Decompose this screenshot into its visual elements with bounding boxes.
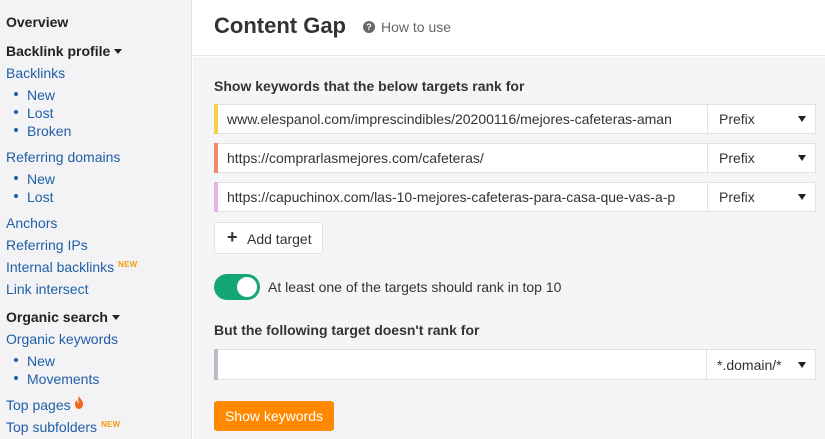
target-color-stripe <box>214 349 218 380</box>
sidebar-item-organic-keywords-movements[interactable]: Movements <box>14 371 99 387</box>
sidebar-overview[interactable]: Overview <box>6 14 68 30</box>
caret-down-icon <box>798 194 806 200</box>
sidebar-sub-label: New <box>27 171 56 187</box>
target-url-input-3[interactable] <box>227 183 705 211</box>
bullet-icon <box>14 358 18 363</box>
add-target-button[interactable]: + Add target <box>214 222 323 254</box>
sidebar-backlink-profile-label: Backlink profile <box>6 43 111 59</box>
bullet-icon <box>14 194 18 199</box>
sidebar-item-referring-domains-new[interactable]: New <box>14 171 55 187</box>
sidebar-item-organic-keywords[interactable]: Organic keywords <box>6 331 118 347</box>
sidebar-item-anchors[interactable]: Anchors <box>6 215 57 231</box>
sidebar-sub-label: New <box>27 87 56 103</box>
question-icon: ? <box>363 21 375 34</box>
sidebar-item-referring-domains[interactable]: Referring domains <box>6 149 120 165</box>
content-gap-form: Show keywords that the below targets ran… <box>193 57 825 439</box>
sidebar-sub-label: New <box>27 353 56 369</box>
sidebar-item-label: Top subfolders <box>6 419 98 435</box>
sidebar-item-organic-keywords-new[interactable]: New <box>14 353 55 369</box>
new-badge: NEW <box>118 260 138 269</box>
target-url-input-1[interactable] <box>227 105 705 133</box>
mode-select-value: Prefix <box>719 111 755 127</box>
caret-down-icon <box>111 314 120 320</box>
bullet-icon <box>14 128 18 133</box>
page-title: Content Gap <box>214 13 346 38</box>
target-row-2: Prefix <box>214 143 816 173</box>
sidebar-sub-label: Broken <box>27 123 72 139</box>
exclude-label: But the following target doesn't rank fo… <box>214 322 480 338</box>
how-to-use-label: How to use <box>381 19 452 35</box>
mode-select-value: Prefix <box>719 150 755 166</box>
fire-icon <box>74 396 84 412</box>
toggle-knob <box>237 277 257 297</box>
top10-toggle[interactable] <box>214 274 260 300</box>
sidebar-item-backlinks[interactable]: Backlinks <box>6 65 65 81</box>
target-mode-select-2[interactable]: Prefix <box>707 144 816 172</box>
sidebar-sub-label: Movements <box>27 371 100 387</box>
add-target-label: Add target <box>247 231 312 247</box>
sidebar-item-backlinks-lost[interactable]: Lost <box>14 105 53 121</box>
sidebar-organic-search-label: Organic search <box>6 309 108 325</box>
mode-select-value: *.domain/* <box>717 357 782 373</box>
exclude-target-input[interactable] <box>227 350 703 379</box>
target-row-1: Prefix <box>214 104 816 134</box>
target-color-stripe <box>214 104 218 134</box>
sidebar-sub-label: Lost <box>27 189 54 205</box>
target-mode-select-1[interactable]: Prefix <box>707 105 816 133</box>
sidebar-item-referring-domains-lost[interactable]: Lost <box>14 189 53 205</box>
show-keywords-button[interactable]: Show keywords <box>214 401 334 431</box>
how-to-use-link[interactable]: ? How to use <box>363 19 451 35</box>
target-color-stripe <box>214 143 218 173</box>
sidebar: Overview Backlink profile Backlinks New … <box>0 0 192 439</box>
target-mode-select-3[interactable]: Prefix <box>707 183 816 211</box>
exclude-target-row: *.domain/* <box>214 349 816 380</box>
mode-select-value: Prefix <box>719 189 755 205</box>
sidebar-item-top-subfolders[interactable]: Top subfolders NEW <box>6 419 120 435</box>
new-badge: NEW <box>101 420 121 429</box>
exclude-mode-select[interactable]: *.domain/* <box>706 350 816 379</box>
sidebar-item-label: Internal backlinks <box>6 259 115 275</box>
sidebar-sub-label: Lost <box>27 105 54 121</box>
sidebar-item-backlinks-new[interactable]: New <box>14 87 55 103</box>
sidebar-item-link-intersect[interactable]: Link intersect <box>6 281 88 297</box>
main-panel: Content Gap ? How to use Show keywords th… <box>193 0 825 439</box>
caret-down-icon <box>798 362 806 368</box>
sidebar-item-label: Top pages <box>6 397 71 413</box>
target-color-stripe <box>214 182 218 212</box>
caret-down-icon <box>798 116 806 122</box>
sidebar-organic-search[interactable]: Organic search <box>6 309 120 325</box>
target-url-input-2[interactable] <box>227 144 705 172</box>
targets-label: Show keywords that the below targets ran… <box>214 78 525 94</box>
sidebar-item-internal-backlinks[interactable]: Internal backlinks NEW <box>6 259 137 275</box>
sidebar-item-referring-ips[interactable]: Referring IPs <box>6 237 88 253</box>
plus-icon: + <box>227 227 238 247</box>
caret-down-icon <box>114 48 123 54</box>
caret-down-icon <box>798 155 806 161</box>
top10-toggle-label: At least one of the targets should rank … <box>268 279 562 295</box>
target-row-3: Prefix <box>214 182 816 212</box>
sidebar-item-top-pages[interactable]: Top pages <box>6 396 84 414</box>
sidebar-item-backlinks-broken[interactable]: Broken <box>14 123 71 139</box>
bullet-icon <box>14 92 18 97</box>
bullet-icon <box>14 110 18 115</box>
bullet-icon <box>14 376 18 381</box>
page-header: Content Gap ? How to use <box>193 0 825 56</box>
sidebar-backlink-profile[interactable]: Backlink profile <box>6 43 123 59</box>
bullet-icon <box>14 176 18 181</box>
